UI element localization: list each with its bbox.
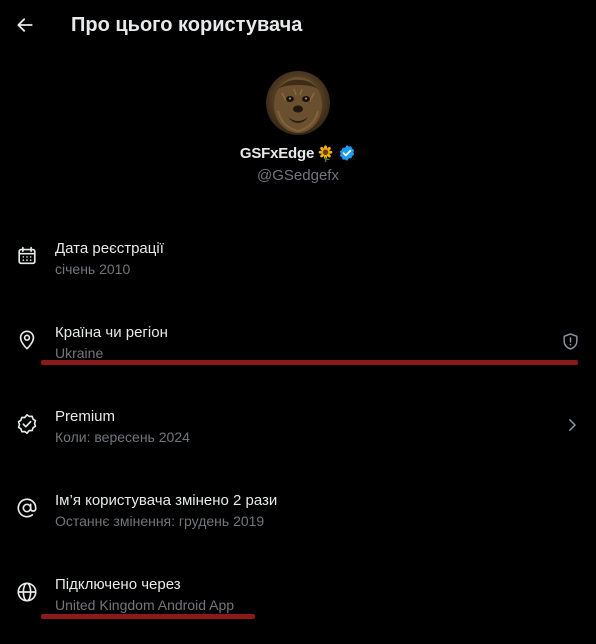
- registration-title: Дата реєстрації: [55, 240, 164, 257]
- globe-icon: [15, 580, 39, 604]
- sunflower-icon: [317, 144, 334, 162]
- info-row-country: Країна чи регіон Ukraine: [0, 320, 596, 380]
- shield-alert-icon[interactable]: [559, 330, 581, 352]
- username-handle: @GSedgefx: [257, 167, 339, 184]
- country-title: Країна чи регіон: [55, 324, 168, 341]
- info-row-username-changes: Ім’я користувача змінено 2 рази Останнє …: [0, 488, 596, 548]
- about-user-page: Про цього користувача GSFxEdge @GSedgefx…: [0, 0, 596, 644]
- annotation-underline-country: [41, 360, 578, 365]
- info-row-premium[interactable]: Premium Коли: вересень 2024: [0, 404, 596, 464]
- connected-via-title: Підключено через: [55, 576, 181, 593]
- at-sign-icon: [15, 496, 39, 520]
- info-row-connected-via: Підключено через United Kingdom Android …: [0, 572, 596, 632]
- arrow-left-icon: [17, 18, 33, 32]
- connected-via-value: United Kingdom Android App: [55, 597, 235, 613]
- verified-badge-outline-icon: [15, 412, 39, 436]
- calendar-icon: [15, 244, 39, 268]
- location-pin-icon: [15, 328, 39, 352]
- chevron-right-icon[interactable]: [561, 414, 583, 436]
- username-changes-value: Останнє змінення: грудень 2019: [55, 513, 265, 529]
- avatar[interactable]: [266, 71, 330, 135]
- page-title: Про цього користувача: [71, 14, 303, 36]
- display-name: GSFxEdge: [239, 144, 315, 162]
- username-changes-title: Ім’я користувача змінено 2 рази: [55, 492, 278, 509]
- info-row-registration: Дата реєстрації січень 2010: [0, 236, 596, 296]
- annotation-underline-connected-via: [41, 614, 255, 619]
- premium-value: Коли: вересень 2024: [55, 429, 190, 445]
- verified-badge-icon[interactable]: [338, 144, 356, 162]
- header: Про цього користувача: [0, 0, 596, 52]
- registration-value: січень 2010: [55, 261, 131, 277]
- name-row: GSFxEdge: [0, 144, 596, 162]
- premium-title: Premium: [55, 408, 116, 425]
- country-value: Ukraine: [55, 345, 104, 361]
- back-button[interactable]: [10, 8, 40, 42]
- avatar-image: [274, 77, 322, 133]
